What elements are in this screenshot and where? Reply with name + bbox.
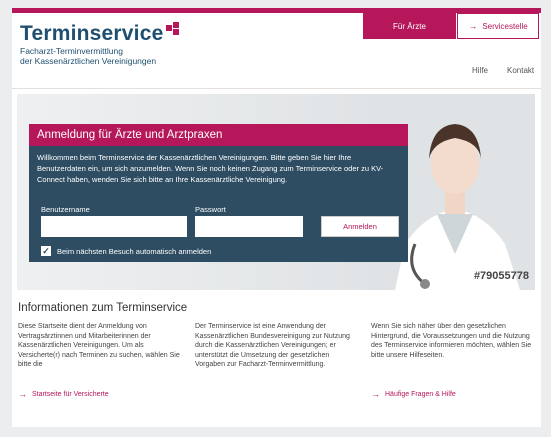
logo[interactable]: Terminservice Facharzt-Terminvermittlung… (20, 22, 180, 66)
page-frame: Terminservice Facharzt-Terminvermittlung… (12, 8, 541, 427)
remember-row[interactable]: ✓ Beim nächsten Besuch automatisch anmel… (41, 246, 211, 256)
servicestelle-label: Servicestelle (482, 21, 528, 31)
checkbox-checked-icon[interactable]: ✓ (41, 246, 51, 256)
login-button[interactable]: Anmelden (321, 216, 399, 237)
info-column-1: Diese Startseite dient der Anmeldung von… (18, 323, 180, 368)
nav-hilfe-link[interactable]: Hilfe (472, 66, 488, 75)
logo-wordmark: Terminservice (20, 22, 164, 45)
fuer-aerzte-button[interactable]: Für Ärzte (363, 13, 456, 39)
info-column-2: Der Terminservice ist eine Anwendung der… (195, 323, 350, 368)
logo-subtitle-1: Facharzt-Terminvermittlung (20, 46, 123, 56)
logo-subtitle-2: der Kassenärztlichen Vereinigungen (20, 56, 157, 66)
arrow-right-icon: → (371, 389, 380, 399)
login-intro: Willkommen beim Terminservice der Kassen… (37, 153, 384, 184)
login-title: Anmeldung für Ärzte und Arztpraxen (29, 124, 408, 146)
servicestelle-button[interactable]: → Servicestelle (457, 13, 539, 39)
photo-id-label: #79055778 (473, 270, 529, 282)
faq-link-label: Häufige Fragen & Hilfe (385, 390, 456, 398)
info-column-3: Wenn Sie sich näher über den gesetzliche… (371, 323, 532, 359)
arrow-right-icon: → (18, 389, 27, 399)
faq-link[interactable]: → Häufige Fragen & Hilfe (371, 389, 456, 399)
info-title: Informationen zum Terminservice (18, 302, 188, 314)
versicherte-link-label: Startseite für Versicherte (32, 390, 109, 398)
login-panel: Anmeldung für Ärzte und Arztpraxen Willk… (29, 124, 408, 262)
password-label: Passwort (195, 205, 226, 214)
remember-label: Beim nächsten Besuch automatisch anmelde… (57, 246, 212, 256)
username-input[interactable] (41, 216, 187, 237)
logo-title: Terminservice (20, 22, 180, 46)
password-input[interactable] (195, 216, 303, 237)
header-divider (12, 88, 541, 89)
hero-banner: #79055778 Anmeldung für Ärzte und Arztpr… (17, 94, 535, 290)
nav-kontakt-link[interactable]: Kontakt (507, 66, 534, 75)
username-label: Benutzername (41, 205, 90, 214)
logo-squares-icon (166, 22, 180, 35)
arrow-right-icon: → (468, 21, 478, 31)
versicherte-link[interactable]: → Startseite für Versicherte (18, 389, 109, 399)
